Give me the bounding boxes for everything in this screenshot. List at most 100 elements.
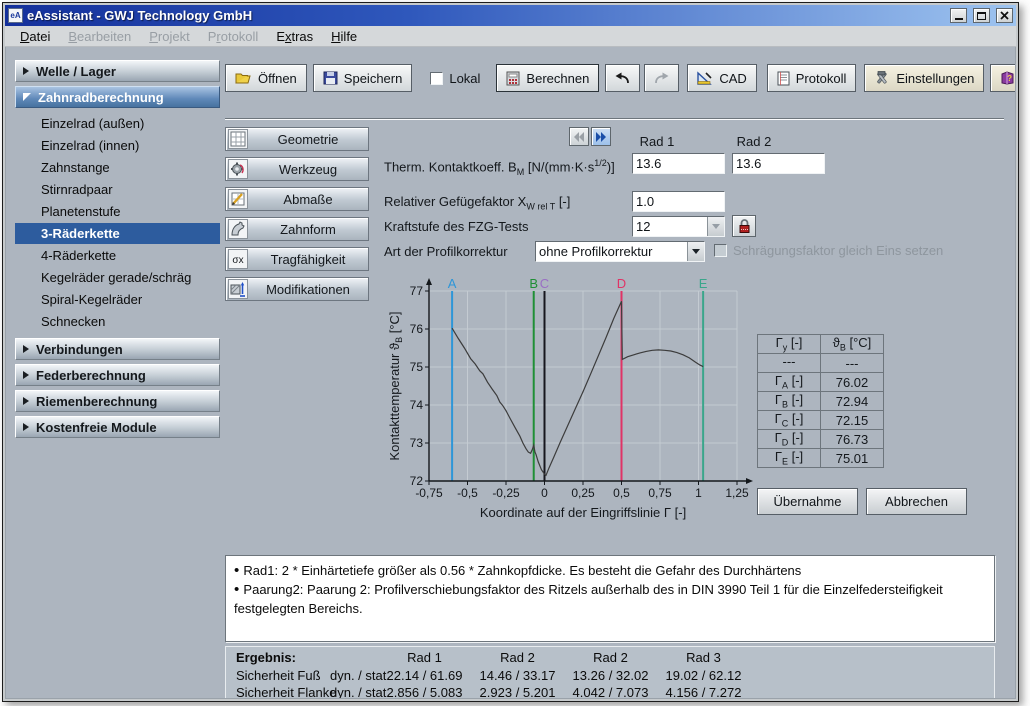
results-title: Ergebnis: xyxy=(236,650,296,665)
svg-text:0,5: 0,5 xyxy=(613,486,630,500)
sidebar-items: Einzelrad (außen) Einzelrad (innen) Zahn… xyxy=(15,113,220,332)
sidebar-item-stirnradpaar[interactable]: Stirnradpaar xyxy=(15,179,220,200)
sidebar-item-3-raederkette[interactable]: 3-Räderkette xyxy=(15,223,220,244)
minimize-button[interactable] xyxy=(950,8,967,23)
svg-text:?: ? xyxy=(1008,74,1013,83)
menu-protokoll: Protokoll xyxy=(199,27,268,46)
results-header-row: Ergebnis: Rad 1 Rad 2 Rad 2 Rad 3 xyxy=(226,650,994,666)
werkzeug-button[interactable]: Werkzeug xyxy=(225,157,369,181)
save-button[interactable]: Speichern xyxy=(313,64,413,92)
table-row: ΓC [-] 72.15 xyxy=(758,411,884,430)
close-button[interactable] xyxy=(996,8,1013,23)
lock-button[interactable] xyxy=(732,215,756,237)
therm-rad1-input[interactable] xyxy=(632,153,725,174)
settings-button[interactable]: Einstellungen xyxy=(864,64,984,92)
rad2-column-header: Rad 2 xyxy=(709,134,799,149)
local-checkbox-group: Lokal xyxy=(430,71,480,86)
sidebar-group-riemenberechnung[interactable]: Riemenberechnung xyxy=(15,390,220,412)
apply-button[interactable]: Übernahme xyxy=(757,488,858,515)
sidebar-item-4-raederkette[interactable]: 4-Räderkette xyxy=(15,245,220,266)
zahnform-button[interactable]: Zahnform xyxy=(225,217,369,241)
close-icon xyxy=(1000,11,1009,20)
profilkorrektur-select[interactable]: ohne Profilkorrektur xyxy=(535,241,705,262)
main-content: Welle / Lager Zahnradberechnung Einzelra… xyxy=(5,47,1016,699)
open-button[interactable]: Öffnen xyxy=(225,64,307,92)
next-page-button[interactable] xyxy=(591,127,611,146)
tragfaehigkeit-button[interactable]: σx Tragfähigkeit xyxy=(225,247,369,271)
schraegungsfaktor-label: Schrägungsfaktor gleich Eins setzen xyxy=(733,243,943,258)
chevron-right-icon xyxy=(23,397,29,405)
svg-text:E: E xyxy=(699,277,708,291)
chevrons-right-icon xyxy=(595,131,608,143)
svg-text:D: D xyxy=(617,277,626,291)
sidebar-item-spiral-kegelraeder[interactable]: Spiral-Kegelräder xyxy=(15,289,220,310)
svg-text:0,75: 0,75 xyxy=(648,486,672,500)
geometrie-button[interactable]: Geometrie xyxy=(225,127,369,151)
protocol-document-icon xyxy=(777,71,790,86)
chevron-right-icon xyxy=(23,67,29,75)
dropdown-arrow-icon xyxy=(707,217,724,236)
help-button[interactable]: ? Hilfe xyxy=(990,64,1016,92)
help-book-icon: ? xyxy=(1000,71,1015,85)
menu-datei[interactable]: Datei xyxy=(11,27,59,46)
therm-kontaktkoeff-label: Therm. Kontaktkoeff. BM [N/(mm·K·s1/2)] xyxy=(384,153,615,174)
app-window: eA eAssistant - GWJ Technology GmbH Date… xyxy=(2,2,1019,702)
sidebar-group-kostenfreie-module[interactable]: Kostenfreie Module xyxy=(15,416,220,438)
gefuegefaktor-label: Relativer Gefügefaktor XW rel T [-] xyxy=(384,191,570,212)
cad-button[interactable]: CAD xyxy=(687,64,756,92)
calculate-button[interactable]: Berechnen xyxy=(496,64,599,92)
calculator-icon xyxy=(506,71,520,86)
geometry-grid-icon xyxy=(228,129,248,149)
sidebar-group-federberechnung[interactable]: Federberechnung xyxy=(15,364,220,386)
sidebar-item-einzelrad-innen[interactable]: Einzelrad (innen) xyxy=(15,135,220,156)
svg-text:77: 77 xyxy=(410,284,424,298)
svg-text:Kontakttemperatur ϑB [°C]: Kontakttemperatur ϑB [°C] xyxy=(389,311,404,460)
rad1-column-header: Rad 1 xyxy=(612,134,702,149)
cancel-button[interactable]: Abbrechen xyxy=(866,488,967,515)
sidebar-item-zahnstange[interactable]: Zahnstange xyxy=(15,157,220,178)
profilkorrektur-label: Art der Profilkorrektur xyxy=(384,241,508,262)
prev-page-button xyxy=(569,127,589,146)
abmasse-button[interactable]: Abmaße xyxy=(225,187,369,211)
gamma-temperature-table: Γy [-] ϑB [°C] --- --- ΓA [-] 76.02 ΓB [… xyxy=(757,334,884,468)
warning-message: Rad1: 2 * Einhärtetiefe größer als 0.56 … xyxy=(234,561,986,580)
local-checkbox[interactable] xyxy=(430,72,443,85)
therm-rad2-input[interactable] xyxy=(732,153,825,174)
sidebar-item-einzelrad-aussen[interactable]: Einzelrad (außen) xyxy=(15,113,220,134)
menu-hilfe[interactable]: Hilfe xyxy=(322,27,366,46)
sidebar-group-welle-lager[interactable]: Welle / Lager xyxy=(15,60,220,82)
modification-icon xyxy=(228,279,248,299)
sidebar-item-planetenstufe[interactable]: Planetenstufe xyxy=(15,201,220,222)
protocol-button[interactable]: Protokoll xyxy=(767,64,857,92)
svg-text:0,25: 0,25 xyxy=(571,486,595,500)
chevron-right-icon xyxy=(23,423,29,431)
local-label: Lokal xyxy=(449,71,480,86)
sidebar-item-schnecken[interactable]: Schnecken xyxy=(15,311,220,332)
save-floppy-icon xyxy=(323,71,338,85)
table-row: ΓE [-] 75.01 xyxy=(758,449,884,468)
table-row: --- --- xyxy=(758,354,884,373)
schraegungsfaktor-checkbox xyxy=(714,244,727,257)
svg-text:76: 76 xyxy=(410,322,424,336)
table-row: ΓB [-] 72.94 xyxy=(758,392,884,411)
svg-text:73: 73 xyxy=(410,436,424,450)
chevron-right-icon xyxy=(23,371,29,379)
undo-button[interactable] xyxy=(605,64,640,92)
gefuegefaktor-input[interactable] xyxy=(632,191,725,212)
svg-text:-0,25: -0,25 xyxy=(492,486,520,500)
sidebar-group-verbindungen[interactable]: Verbindungen xyxy=(15,338,220,360)
contact-temperature-chart: ABCDE-0,75-0,5-0,2500,250,50,7511,257273… xyxy=(389,277,757,525)
svg-text:1: 1 xyxy=(695,486,702,500)
maximize-button[interactable] xyxy=(973,8,990,23)
results-panel: Ergebnis: Rad 1 Rad 2 Rad 2 Rad 3 Sicher… xyxy=(225,646,995,699)
table-header-row: Γy [-] ϑB [°C] xyxy=(758,335,884,354)
sidebar-group-zahnradberechnung[interactable]: Zahnradberechnung xyxy=(15,86,220,108)
settings-tools-icon xyxy=(874,71,890,86)
modifikationen-button[interactable]: Modifikationen xyxy=(225,277,369,301)
svg-text:-0,5: -0,5 xyxy=(457,486,478,500)
menu-extras[interactable]: Extras xyxy=(267,27,322,46)
window-title: eAssistant - GWJ Technology GmbH xyxy=(27,8,944,23)
sidebar-item-kegelraeder[interactable]: Kegelräder gerade/schräg xyxy=(15,267,220,288)
redo-button xyxy=(644,64,679,92)
toothform-gear-icon xyxy=(228,219,248,239)
